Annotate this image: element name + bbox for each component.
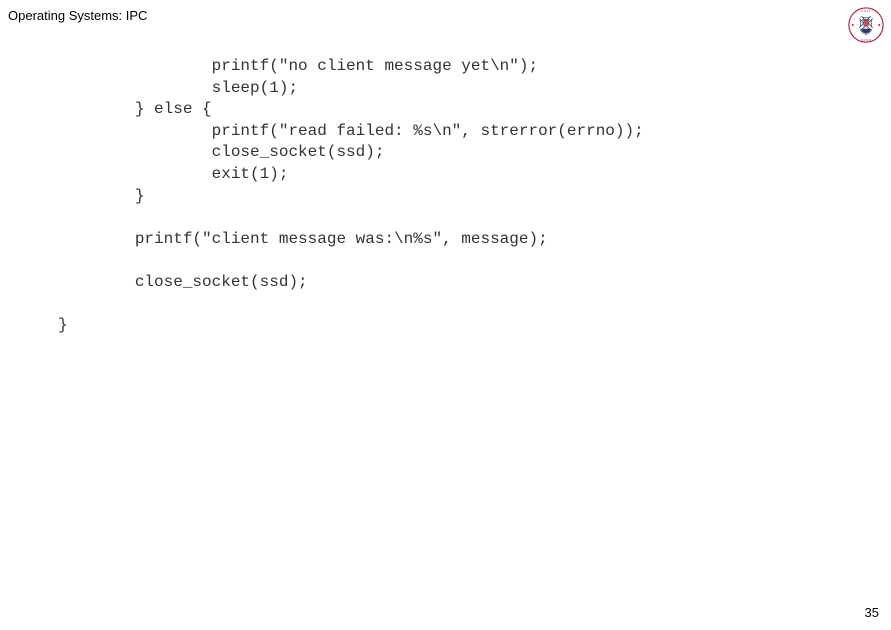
- svg-text:D I N B: D I N B: [861, 38, 871, 42]
- code-block: printf("no client message yet\n"); sleep…: [58, 56, 644, 337]
- code-line: } else {: [58, 100, 212, 118]
- code-line: printf("read failed: %s\n", strerror(err…: [58, 122, 644, 140]
- code-line: }: [58, 316, 68, 334]
- page-number: 35: [865, 605, 879, 620]
- code-line: close_socket(ssd);: [58, 143, 384, 161]
- code-line: printf("client message was:\n%s", messag…: [58, 230, 548, 248]
- slide-header: Operating Systems: IPC: [8, 8, 147, 23]
- code-line: close_socket(ssd);: [58, 273, 308, 291]
- svg-text:U N I V: U N I V: [861, 9, 872, 13]
- code-line: exit(1);: [58, 165, 288, 183]
- university-crest-icon: U N I V D I N B: [847, 6, 885, 44]
- code-line: sleep(1);: [58, 79, 298, 97]
- code-line: }: [58, 187, 144, 205]
- slide-title: Operating Systems: IPC: [8, 8, 147, 23]
- page-number-value: 35: [865, 605, 879, 620]
- code-line: printf("no client message yet\n");: [58, 57, 538, 75]
